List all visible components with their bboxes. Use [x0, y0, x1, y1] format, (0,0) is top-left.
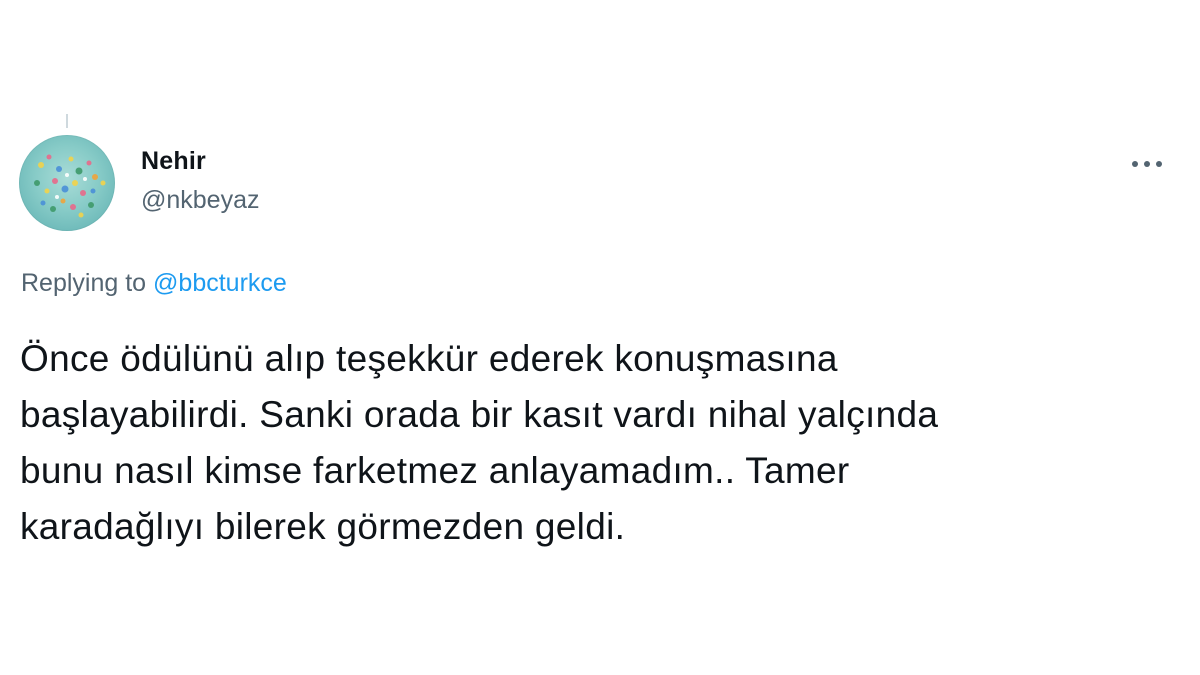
tweet-text-line: karadağlıyı bilerek görmezden geldi. [20, 506, 626, 547]
avatar[interactable] [19, 135, 115, 231]
tweet-text-line: bunu nasıl kimse farketmez anlayamadım..… [20, 450, 850, 491]
author-name[interactable]: Nehir [141, 147, 206, 176]
replying-to-label: Replying to [21, 269, 147, 297]
more-options-button[interactable] [1126, 148, 1168, 180]
tweet: Nehir @nkbeyaz Replying to @bbcturkce Ön… [0, 0, 1200, 675]
avatar-image [34, 154, 106, 218]
tweet-text-line: Önce ödülünü alıp teşekkür ederek konuşm… [20, 338, 838, 379]
thread-line [66, 114, 68, 128]
reply-mention-link[interactable]: @bbcturkce [153, 269, 287, 297]
author-handle[interactable]: @nkbeyaz [141, 186, 260, 215]
replying-to: Replying to @bbcturkce [21, 269, 287, 298]
more-horizontal-icon [1132, 161, 1162, 167]
tweet-text: Önce ödülünü alıp teşekkür ederek konuşm… [20, 331, 1180, 555]
tweet-text-line: başlayabilirdi. Sanki orada bir kasıt va… [20, 394, 939, 435]
